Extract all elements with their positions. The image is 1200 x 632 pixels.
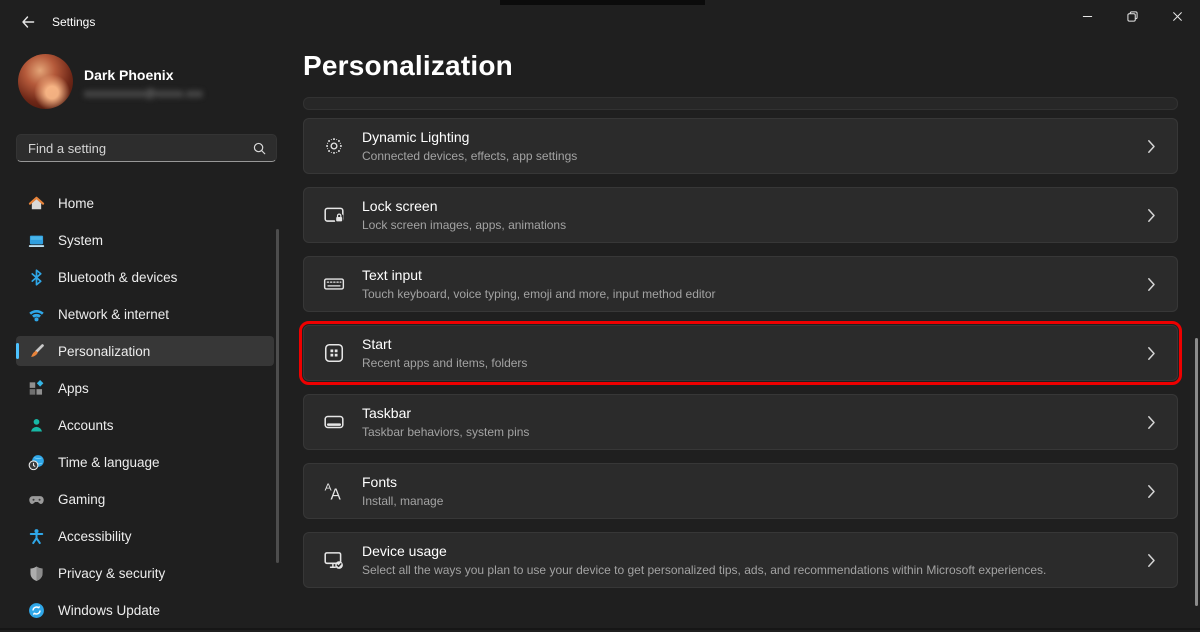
settings-card-lock-screen[interactable]: Lock screen Lock screen images, apps, an… xyxy=(303,187,1178,243)
bluetooth-icon xyxy=(28,269,45,286)
settings-card-device-usage[interactable]: Device usage Select all the ways you pla… xyxy=(303,532,1178,588)
sidebar-item-time-language[interactable]: Time & language xyxy=(16,447,274,477)
chevron-right-icon xyxy=(1147,553,1156,568)
card-subtitle: Connected devices, effects, app settings xyxy=(362,149,1147,163)
content-scrollbar[interactable] xyxy=(1195,338,1198,606)
settings-card-taskbar[interactable]: Taskbar Taskbar behaviors, system pins xyxy=(303,394,1178,450)
window-controls xyxy=(1065,0,1200,33)
privacy-icon xyxy=(28,565,45,582)
svg-text:A: A xyxy=(330,486,341,502)
restore-button[interactable] xyxy=(1110,0,1155,33)
close-icon xyxy=(1172,11,1183,22)
time-language-icon xyxy=(28,454,45,471)
card-title: Start xyxy=(362,336,1147,353)
chevron-right-icon xyxy=(1147,484,1156,499)
apps-icon xyxy=(28,380,45,397)
chevron-right-icon xyxy=(1147,277,1156,292)
search-icon xyxy=(252,141,267,156)
card-subtitle: Touch keyboard, voice typing, emoji and … xyxy=(362,287,1147,301)
card-subtitle: Taskbar behaviors, system pins xyxy=(362,425,1147,439)
sidebar-nav: Home System Bluetooth & devices Network … xyxy=(0,188,290,632)
card-title: Text input xyxy=(362,267,1147,284)
accessibility-icon xyxy=(28,528,45,545)
accounts-icon xyxy=(28,417,45,434)
top-edge-artifact xyxy=(500,0,705,5)
sidebar-item-windows-update[interactable]: Windows Update xyxy=(16,595,274,625)
sidebar-item-privacy-security[interactable]: Privacy & security xyxy=(16,558,274,588)
sidebar-item-apps[interactable]: Apps xyxy=(16,373,274,403)
sidebar-item-label: Gaming xyxy=(58,492,105,507)
card-subtitle: Install, manage xyxy=(362,494,1147,508)
card-title: Dynamic Lighting xyxy=(362,129,1147,146)
page-title: Personalization xyxy=(303,50,513,82)
text-input-icon xyxy=(323,273,345,295)
settings-card-fonts[interactable]: AA Fonts Install, manage xyxy=(303,463,1178,519)
start-icon xyxy=(323,342,345,364)
settings-card-start[interactable]: Start Recent apps and items, folders xyxy=(303,325,1178,381)
restore-icon xyxy=(1127,11,1138,22)
close-button[interactable] xyxy=(1155,0,1200,33)
system-icon xyxy=(28,232,45,249)
sidebar-item-personalization[interactable]: Personalization xyxy=(16,336,274,366)
minimize-icon xyxy=(1082,11,1093,22)
sidebar-item-home[interactable]: Home xyxy=(16,188,274,218)
minimize-button[interactable] xyxy=(1065,0,1110,33)
profile-name: Dark Phoenix xyxy=(84,67,173,83)
device-usage-icon xyxy=(323,549,345,571)
card-subtitle: Select all the ways you plan to use your… xyxy=(362,563,1147,577)
fonts-icon: AA xyxy=(323,480,345,502)
card-subtitle: Recent apps and items, folders xyxy=(362,356,1147,370)
chevron-right-icon xyxy=(1147,139,1156,154)
chevron-right-icon xyxy=(1147,415,1156,430)
sidebar-item-label: Network & internet xyxy=(58,307,169,322)
network-icon xyxy=(28,306,45,323)
sidebar-item-label: Personalization xyxy=(58,344,150,359)
personalization-icon xyxy=(28,343,45,360)
partial-card-top[interactable] xyxy=(303,97,1178,110)
sidebar-item-accessibility[interactable]: Accessibility xyxy=(16,521,274,551)
sidebar-item-label: Accessibility xyxy=(58,529,132,544)
lock-screen-icon xyxy=(323,204,345,226)
profile-email-blurred: xxxxxxxxxxx@xxxxx.xxx xyxy=(84,88,203,100)
search-input[interactable] xyxy=(17,135,276,161)
home-icon xyxy=(28,195,45,212)
card-title: Device usage xyxy=(362,543,1147,560)
sidebar-item-label: Accounts xyxy=(58,418,114,433)
card-subtitle: Lock screen images, apps, animations xyxy=(362,218,1147,232)
sidebar-item-gaming[interactable]: Gaming xyxy=(16,484,274,514)
chevron-right-icon xyxy=(1147,208,1156,223)
gaming-icon xyxy=(28,491,45,508)
windows-update-icon xyxy=(28,602,45,619)
sidebar-item-label: Apps xyxy=(58,381,89,396)
settings-card-list: Dynamic Lighting Connected devices, effe… xyxy=(303,118,1178,601)
sidebar-item-label: Home xyxy=(58,196,94,211)
settings-card-text-input[interactable]: Text input Touch keyboard, voice typing,… xyxy=(303,256,1178,312)
sidebar-item-accounts[interactable]: Accounts xyxy=(16,410,274,440)
card-title: Fonts xyxy=(362,474,1147,491)
chevron-right-icon xyxy=(1147,346,1156,361)
settings-card-dynamic-lighting[interactable]: Dynamic Lighting Connected devices, effe… xyxy=(303,118,1178,174)
dynamic-lighting-icon xyxy=(323,135,345,157)
search-box xyxy=(16,134,277,162)
card-title: Taskbar xyxy=(362,405,1147,422)
card-title: Lock screen xyxy=(362,198,1147,215)
avatar[interactable] xyxy=(18,54,73,109)
sidebar-scrollbar[interactable] xyxy=(276,229,279,563)
sidebar-item-system[interactable]: System xyxy=(16,225,274,255)
sidebar-item-network-internet[interactable]: Network & internet xyxy=(16,299,274,329)
sidebar-item-bluetooth-devices[interactable]: Bluetooth & devices xyxy=(16,262,274,292)
sidebar-item-label: Privacy & security xyxy=(58,566,165,581)
sidebar-item-label: Time & language xyxy=(58,455,160,470)
sidebar: Dark Phoenix xxxxxxxxxxx@xxxxx.xxx Home … xyxy=(0,0,290,630)
taskbar-icon xyxy=(323,411,345,433)
sidebar-item-label: Windows Update xyxy=(58,603,160,618)
sidebar-item-label: Bluetooth & devices xyxy=(58,270,177,285)
sidebar-item-label: System xyxy=(58,233,103,248)
